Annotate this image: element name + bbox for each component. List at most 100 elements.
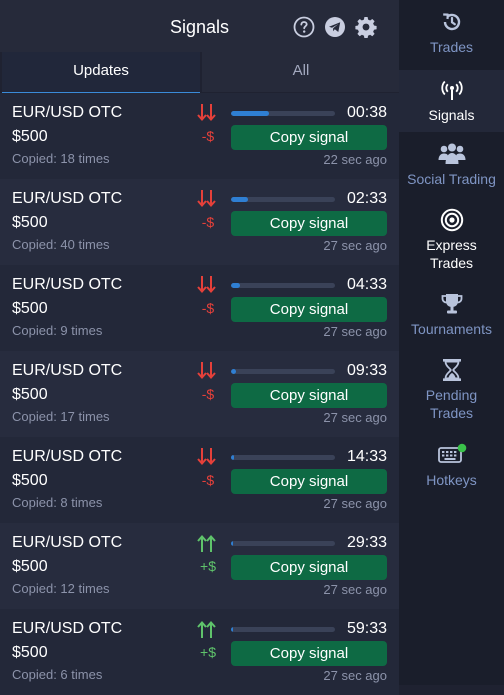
sidebar-item-hotkeys[interactable]: Hotkeys: [399, 443, 504, 493]
signal-direction-text: -$: [201, 386, 215, 402]
hourglass-icon: [442, 359, 461, 381]
sidebar-label-express-line1: Express: [426, 237, 477, 253]
sidebar-item-tournaments[interactable]: Tournaments: [399, 292, 504, 342]
signal-copied-count: Copied: 12 times: [12, 581, 110, 596]
signal-time-ago: 22 sec ago: [323, 152, 387, 167]
signal-time-ago: 27 sec ago: [323, 410, 387, 425]
tab-all[interactable]: All: [201, 52, 400, 92]
signal-progress-track: [231, 627, 335, 632]
tab-updates[interactable]: Updates: [2, 52, 200, 94]
signal-progress-track: [231, 111, 335, 116]
signal-copied-count: Copied: 18 times: [12, 151, 110, 166]
signal-direction-text: +$: [200, 644, 216, 660]
signal-copied-count: Copied: 8 times: [12, 495, 103, 510]
signal-row: EUR/USD OTC $500 Copied: 9 times -$ 04:33 Cop…: [0, 265, 399, 351]
panel-header: Signals: [0, 0, 400, 52]
signal-timer: 00:38: [346, 104, 387, 121]
signal-progress-fill: [231, 111, 270, 116]
keyboard-icon: [437, 443, 466, 463]
direction-down-icon: [197, 104, 216, 122]
signal-progress-fill: [231, 283, 241, 288]
sidebar-item-express-trades[interactable]: Express Trades: [399, 208, 504, 276]
signal-direction-text: -$: [201, 472, 215, 488]
signal-amount: $500: [12, 644, 48, 661]
copy-signal-button[interactable]: Copy signal: [231, 555, 387, 580]
signal-timer: 04:33: [346, 276, 387, 293]
signal-direction-text: -$: [201, 128, 215, 144]
sidebar-item-pending-trades[interactable]: Pending Trades: [399, 358, 504, 426]
signal-amount: $500: [12, 472, 48, 489]
signal-timer: 09:33: [346, 362, 387, 379]
signal-progress-fill: [231, 455, 235, 460]
signal-progress-track: [231, 369, 335, 374]
trophy-icon: [441, 294, 462, 314]
hotkeys-status-dot: [457, 443, 466, 453]
social-trading-icon: [438, 143, 465, 164]
telegram-icon[interactable]: [324, 16, 346, 38]
copy-signal-button[interactable]: Copy signal: [231, 297, 387, 322]
signal-copied-count: Copied: 9 times: [12, 323, 103, 338]
signal-time-ago: 27 sec ago: [323, 324, 387, 339]
signal-pair: EUR/USD OTC: [12, 362, 123, 379]
signal-progress-fill: [231, 369, 237, 374]
signal-pair: EUR/USD OTC: [12, 448, 123, 465]
signal-amount: $500: [12, 214, 48, 231]
signal-copied-count: Copied: 40 times: [12, 237, 110, 252]
direction-down-icon: [197, 276, 216, 294]
trades-history-icon: [442, 13, 460, 31]
signal-copied-count: Copied: 17 times: [12, 409, 110, 424]
sidebar-label-tournaments: Tournaments: [411, 321, 492, 337]
signal-progress-fill: [231, 627, 234, 632]
signal-amount: $500: [12, 386, 48, 403]
signal-pair: EUR/USD OTC: [12, 104, 123, 121]
sidebar-label-social-trading: Social Trading: [407, 171, 496, 187]
signal-list: EUR/USD OTC $500 Copied: 18 times -$ 00:38 Co…: [0, 93, 399, 695]
sidebar-label-express-line2: Trades: [429, 255, 474, 271]
sidebar-label-signals: Signals: [428, 107, 475, 123]
signal-time-ago: 27 sec ago: [323, 582, 387, 597]
signal-timer: 02:33: [346, 190, 387, 207]
settings-gear-icon[interactable]: [355, 16, 377, 38]
copy-signal-button[interactable]: Copy signal: [231, 211, 387, 236]
copy-signal-button[interactable]: Copy signal: [231, 125, 387, 150]
copy-signal-button[interactable]: Copy signal: [231, 383, 387, 408]
signal-progress-track: [231, 541, 335, 546]
signal-row: EUR/USD OTC $500 Copied: 40 times -$ 02:33 Co…: [0, 179, 399, 265]
signal-progress-track: [231, 197, 335, 202]
sidebar-item-social-trading[interactable]: Social Trading: [399, 142, 504, 192]
sidebar-label-pending-line2: Trades: [429, 405, 474, 421]
signal-timer: 14:33: [346, 448, 387, 465]
signal-time-ago: 27 sec ago: [323, 238, 387, 253]
signal-pair: EUR/USD OTC: [12, 620, 123, 637]
copy-signal-button[interactable]: Copy signal: [231, 641, 387, 666]
signal-row: EUR/USD OTC $500 Copied: 8 times -$ 14:33 Cop…: [0, 437, 399, 523]
signal-time-ago: 27 sec ago: [323, 496, 387, 511]
signal-progress-track: [231, 455, 335, 460]
signal-row: EUR/USD OTC $500 Copied: 18 times -$ 00:38 Co…: [0, 93, 399, 179]
sidebar-label-trades: Trades: [429, 39, 474, 55]
signal-timer: 59:33: [346, 620, 387, 637]
signal-pair: EUR/USD OTC: [12, 190, 123, 207]
signal-direction-text: -$: [201, 214, 215, 230]
signals-panel: Signals Updates All EUR/USD OTC $500 Copie…: [0, 0, 400, 695]
help-icon[interactable]: [293, 16, 315, 38]
sidebar-label-hotkeys: Hotkeys: [426, 472, 477, 488]
signal-timer: 29:33: [346, 534, 387, 551]
signal-amount: $500: [12, 128, 48, 145]
signal-pair: EUR/USD OTC: [12, 276, 123, 293]
signals-antenna-icon: [440, 80, 463, 100]
signal-amount: $500: [12, 300, 48, 317]
direction-down-icon: [197, 362, 216, 380]
signal-time-ago: 27 sec ago: [323, 668, 387, 683]
right-sidebar: Trades Signals Social Trading Express Tr…: [399, 0, 504, 685]
direction-down-icon: [197, 190, 216, 208]
signal-row: EUR/USD OTC $500 Copied: 6 times +$ 59:33 Cop…: [0, 609, 399, 695]
copy-signal-button[interactable]: Copy signal: [231, 469, 387, 494]
express-target-icon: [440, 208, 463, 232]
sidebar-item-trades[interactable]: Trades: [399, 10, 504, 68]
sidebar-item-signals[interactable]: Signals: [399, 70, 504, 132]
sidebar-label-pending-line1: Pending: [425, 387, 478, 403]
direction-up-icon: [197, 534, 216, 552]
signal-row: EUR/USD OTC $500 Copied: 12 times +$ 29:33 Co…: [0, 523, 399, 609]
signal-progress-fill: [231, 541, 234, 546]
